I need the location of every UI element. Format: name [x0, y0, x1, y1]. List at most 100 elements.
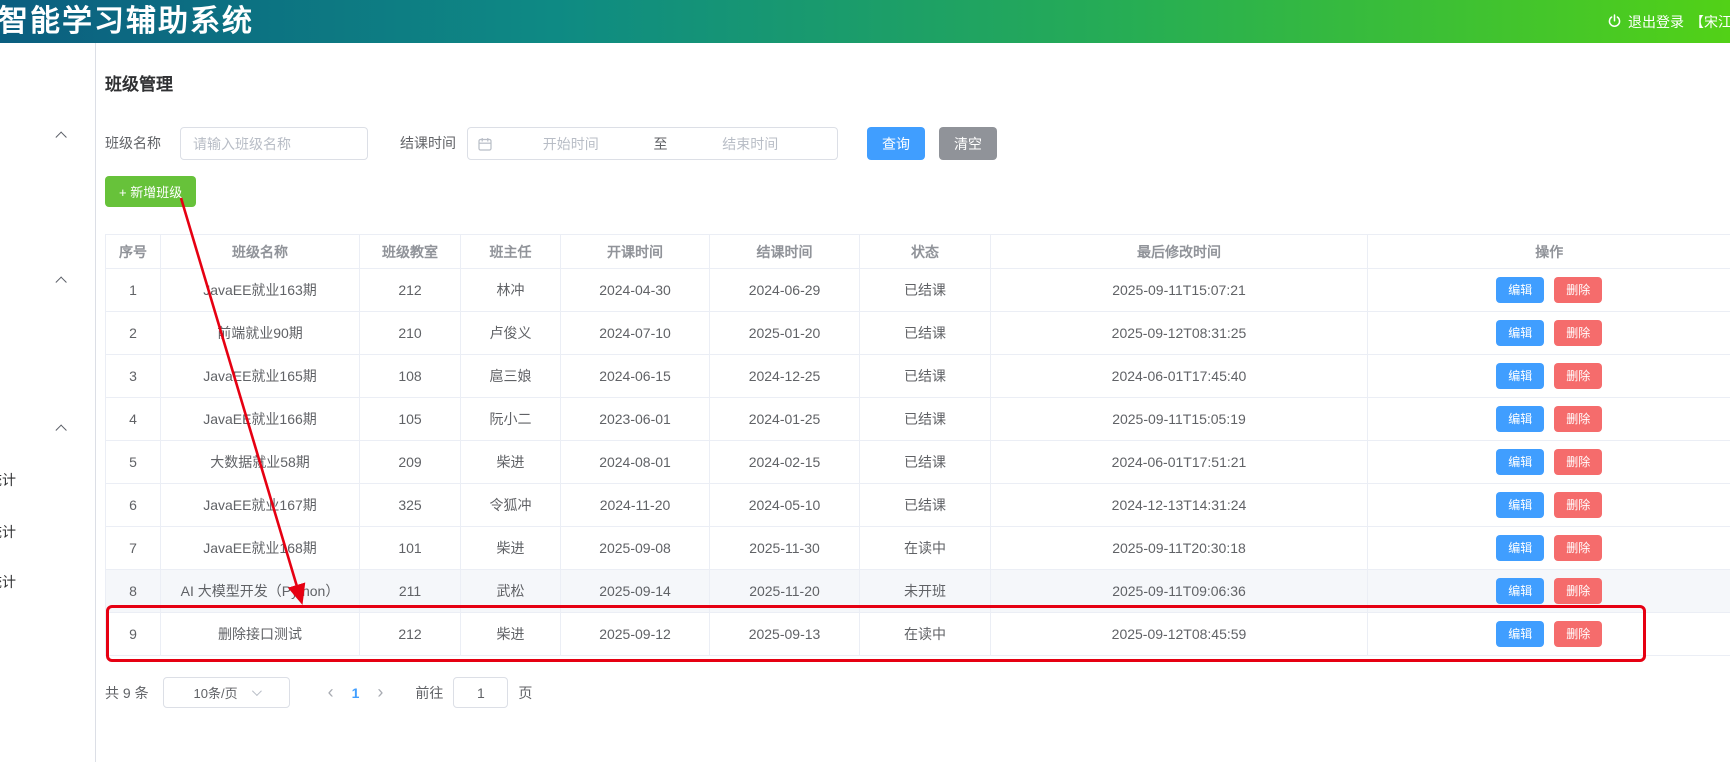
range-start-placeholder: 开始时间 [542, 135, 599, 152]
delete-button[interactable]: 删除 [1554, 621, 1603, 647]
cell-room: 105 [359, 397, 461, 441]
cell-status: 已结课 [859, 440, 991, 484]
class-name-input[interactable] [180, 127, 368, 160]
cell-end: 2025-09-13 [709, 612, 860, 656]
cell-room: 101 [359, 526, 461, 570]
table-row: 7 JavaEE就业168期 101 柴进 2025-09-08 2025-11-30 在读… [105, 526, 1730, 570]
add-class-button[interactable]: + 新增班级 [105, 176, 197, 207]
chevron-up-icon[interactable] [55, 131, 67, 143]
table-header-cell: 结课时间 [709, 234, 860, 269]
table-header-cell: 班级教室 [359, 234, 461, 269]
cell-start: 2024-08-01 [560, 440, 710, 484]
prev-page-button[interactable]: ‹ [318, 677, 344, 708]
clear-button[interactable]: 清空 [939, 127, 997, 160]
cell-name: JavaEE就业166期 [160, 397, 360, 441]
goto-label: 前往 [415, 684, 444, 701]
search-button[interactable]: 查询 [867, 127, 925, 160]
app-title: 智能学习辅助系统 [0, 5, 254, 38]
cell-end: 2024-02-15 [709, 440, 860, 484]
cell-teacher: 卢俊义 [460, 311, 561, 355]
delete-button[interactable]: 删除 [1554, 277, 1603, 303]
cell-modified: 2024-12-13T14:31:24 [990, 483, 1368, 527]
delete-button[interactable]: 删除 [1554, 449, 1603, 475]
cell-modified: 2025-09-11T15:07:21 [990, 268, 1368, 312]
cell-teacher: 武松 [460, 569, 561, 613]
table-header-row: 序号 班级名称 班级教室 班主任 开课时间 结课时间 状态 最后修改时间 操作 [105, 234, 1730, 269]
cell-name: JavaEE就业167期 [160, 483, 360, 527]
cell-room: 211 [359, 569, 461, 613]
delete-button[interactable]: 删除 [1554, 492, 1603, 518]
edit-button[interactable]: 编辑 [1496, 492, 1545, 518]
pagination-total: 共 9 条 [105, 684, 149, 701]
end-time-label: 结课时间 [400, 135, 456, 151]
next-page-button[interactable]: › [367, 677, 393, 708]
cell-modified: 2025-09-11T20:30:18 [990, 526, 1368, 570]
sidebar-item-stats[interactable]: 统计 [0, 522, 16, 542]
edit-button[interactable]: 编辑 [1496, 535, 1545, 561]
cell-no: 4 [105, 397, 161, 441]
cell-start: 2024-04-30 [560, 268, 710, 312]
chevron-up-icon[interactable] [55, 276, 67, 288]
delete-button[interactable]: 删除 [1554, 320, 1603, 346]
table-header-cell: 最后修改时间 [990, 234, 1368, 269]
range-separator: 至 [653, 135, 668, 152]
table-row: 4 JavaEE就业166期 105 阮小二 2023-06-01 2024-01-25 已… [105, 397, 1730, 441]
date-range-picker[interactable]: 开始时间 至 结束时间 [467, 127, 838, 160]
current-page[interactable]: 1 [344, 685, 368, 701]
cell-status: 已结课 [859, 268, 991, 312]
cell-end: 2024-05-10 [709, 483, 860, 527]
pagination: 共 9 条 10条/页 ‹ 1 › 前往 页 [105, 676, 532, 709]
cell-teacher: 柴进 [460, 612, 561, 656]
edit-button[interactable]: 编辑 [1496, 578, 1545, 604]
goto-page-input[interactable] [453, 677, 509, 708]
cell-name: JavaEE就业168期 [160, 526, 360, 570]
cell-room: 108 [359, 354, 461, 398]
edit-button[interactable]: 编辑 [1496, 449, 1545, 475]
cell-actions: 编辑 删除 [1367, 397, 1730, 441]
logout-button[interactable]: 退出登录 [1628, 12, 1684, 32]
table-row: 9 删除接口测试 212 柴进 2025-09-12 2025-09-13 在读中 2025-… [105, 612, 1730, 656]
chevron-up-icon[interactable] [55, 424, 67, 436]
cell-no: 6 [105, 483, 161, 527]
cell-no: 7 [105, 526, 161, 570]
cell-start: 2024-06-15 [560, 354, 710, 398]
cell-end: 2024-06-29 [709, 268, 860, 312]
page-title: 班级管理 [105, 75, 173, 94]
cell-status: 已结课 [859, 311, 991, 355]
cell-room: 325 [359, 483, 461, 527]
cell-status: 未开班 [859, 569, 991, 613]
cell-end: 2025-01-20 [709, 311, 860, 355]
cell-actions: 编辑 删除 [1367, 569, 1730, 613]
cell-start: 2025-09-14 [560, 569, 710, 613]
delete-button[interactable]: 删除 [1554, 535, 1603, 561]
cell-teacher: 扈三娘 [460, 354, 561, 398]
table-header-cell: 班主任 [460, 234, 561, 269]
cell-end: 2025-11-30 [709, 526, 860, 570]
cell-teacher: 柴进 [460, 526, 561, 570]
cell-room: 209 [359, 440, 461, 484]
edit-button[interactable]: 编辑 [1496, 621, 1545, 647]
cell-no: 3 [105, 354, 161, 398]
edit-button[interactable]: 编辑 [1496, 277, 1545, 303]
cell-modified: 2025-09-12T08:45:59 [990, 612, 1368, 656]
cell-name: AI 大模型开发（Python） [160, 569, 360, 613]
cell-start: 2024-07-10 [560, 311, 710, 355]
table-header-cell: 状态 [859, 234, 991, 269]
edit-button[interactable]: 编辑 [1496, 320, 1545, 346]
page-size-select[interactable]: 10条/页 [162, 677, 290, 708]
edit-button[interactable]: 编辑 [1496, 406, 1545, 432]
sidebar-item-stats[interactable]: 统计 [0, 572, 16, 592]
cell-name: 大数据就业58期 [160, 440, 360, 484]
cell-name: 删除接口测试 [160, 612, 360, 656]
cell-name: JavaEE就业163期 [160, 268, 360, 312]
page-size-value: 10条/页 [193, 686, 238, 701]
cell-actions: 编辑 删除 [1367, 354, 1730, 398]
cell-name: 前端就业90期 [160, 311, 360, 355]
cell-start: 2023-06-01 [560, 397, 710, 441]
delete-button[interactable]: 删除 [1554, 578, 1603, 604]
edit-button[interactable]: 编辑 [1496, 363, 1545, 389]
delete-button[interactable]: 删除 [1554, 406, 1603, 432]
delete-button[interactable]: 删除 [1554, 363, 1603, 389]
table-header-cell: 开课时间 [560, 234, 710, 269]
sidebar-item-stats[interactable]: 统计 [0, 470, 16, 490]
